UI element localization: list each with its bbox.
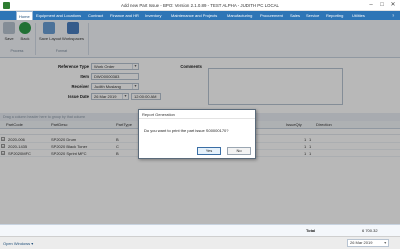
menu-equipment-and-locations[interactable]: Equipment and Locations bbox=[34, 11, 83, 20]
menu-procurement[interactable]: Procurement bbox=[258, 11, 285, 20]
report-generation-dialog: Report Generation Do you want to print t… bbox=[138, 109, 256, 159]
menu-contract[interactable]: Contract bbox=[86, 11, 105, 20]
totals-bar: Total 6 700.32 bbox=[0, 224, 400, 236]
menu-finance-and-hr[interactable]: Finance and HR bbox=[108, 11, 141, 20]
title-bar: Add new Part Issue - BPO: Version 2.1.0.… bbox=[0, 0, 400, 11]
window-title: Add new Part Issue - BPO: Version 2.1.0.… bbox=[121, 3, 279, 8]
menu-bar: Home Equipment and Locations Contract Fi… bbox=[0, 11, 400, 20]
dialog-title: Report Generation bbox=[139, 110, 255, 119]
menu-reporting[interactable]: Reporting bbox=[324, 11, 345, 20]
total-label: Total bbox=[306, 228, 316, 233]
close-button[interactable]: ✕ bbox=[388, 1, 398, 9]
maximize-button[interactable]: □ bbox=[377, 1, 387, 9]
total-value: 6 700.32 bbox=[362, 228, 378, 233]
dialog-message: Do you want to print the part issue S000… bbox=[144, 128, 229, 133]
help-icon[interactable]: ? bbox=[390, 11, 396, 20]
chevron-down-icon[interactable]: ▼ bbox=[384, 240, 387, 246]
open-windows-dropdown[interactable]: Open Windows ▾ bbox=[3, 241, 33, 246]
menu-utilities[interactable]: Utilities bbox=[350, 11, 367, 20]
menu-manufacturing[interactable]: Manufacturing bbox=[225, 11, 254, 20]
menu-inventory[interactable]: Inventory bbox=[143, 11, 163, 20]
menu-service[interactable]: Service bbox=[304, 11, 321, 20]
minimize-button[interactable]: – bbox=[366, 1, 376, 9]
menu-maintenance-and-projects[interactable]: Maintenance and Projects bbox=[169, 11, 219, 20]
status-bar: Open Windows ▾ 26 Mar 2019 ▼ bbox=[0, 236, 400, 249]
menu-sales[interactable]: Sales bbox=[288, 11, 302, 20]
yes-button[interactable]: Yes bbox=[197, 147, 221, 155]
menu-home[interactable]: Home bbox=[16, 11, 33, 20]
no-button[interactable]: No bbox=[227, 147, 251, 155]
status-date-field[interactable]: 26 Mar 2019 ▼ bbox=[347, 239, 389, 247]
